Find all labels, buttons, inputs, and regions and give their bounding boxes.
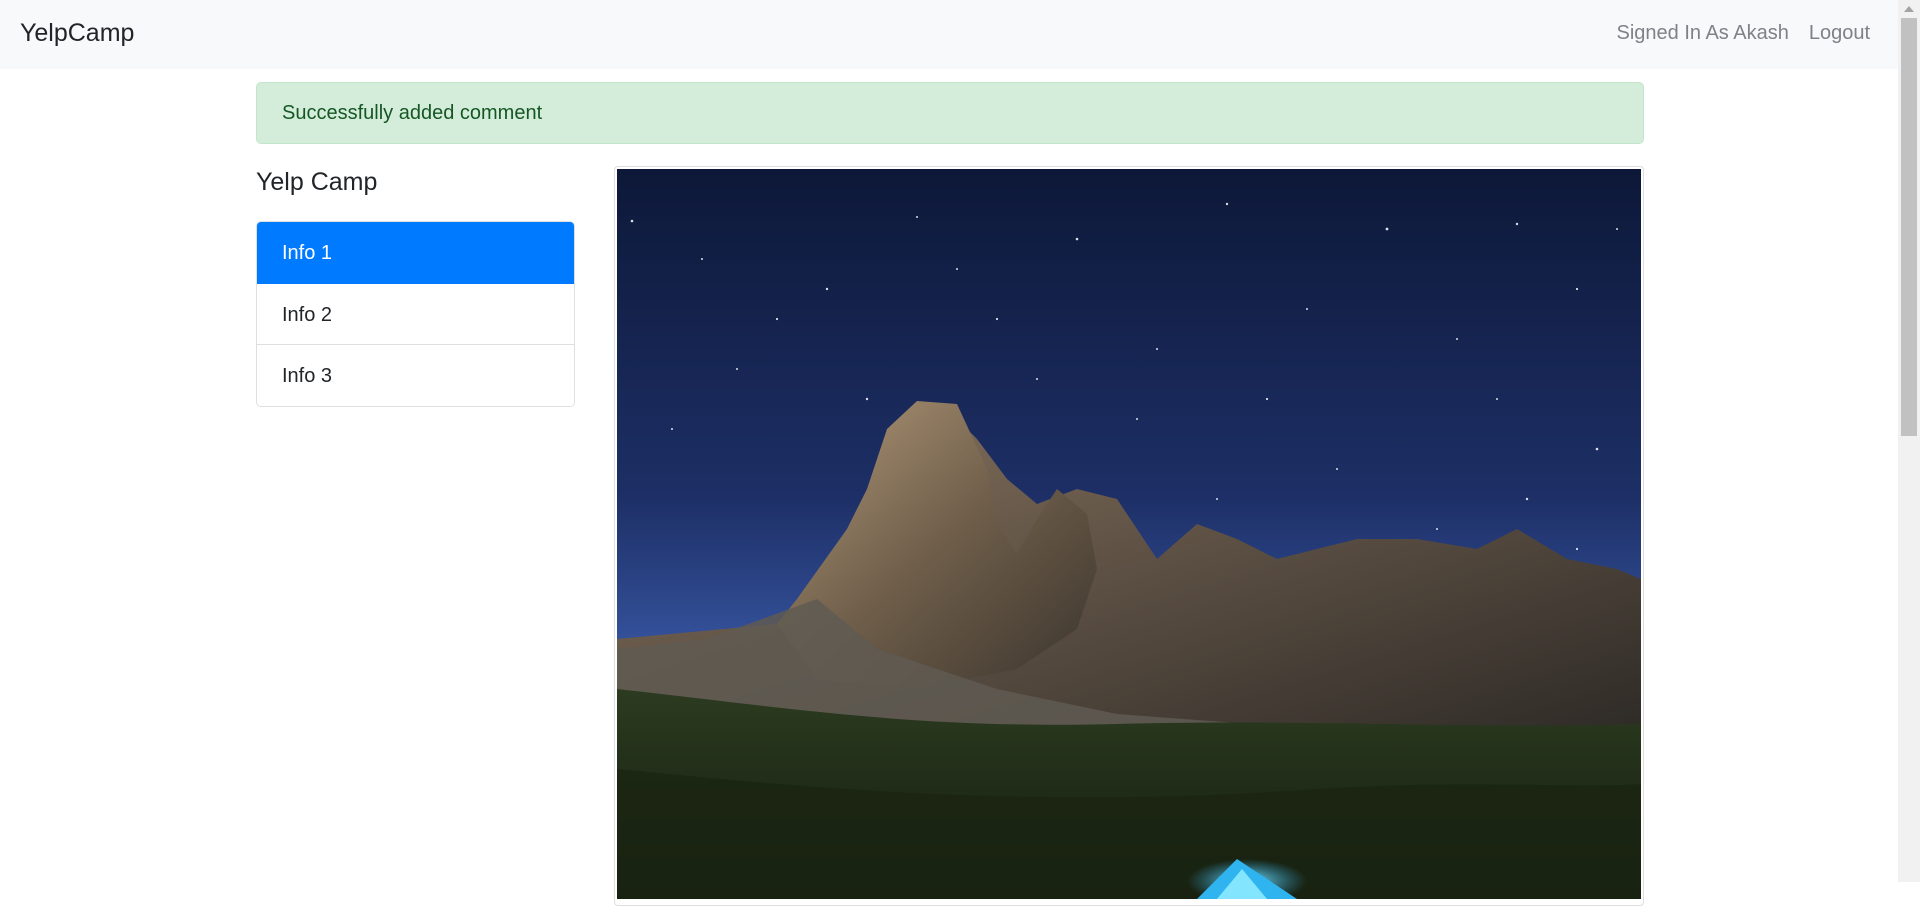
success-alert: Successfully added comment [256,82,1644,144]
sidebar-title: Yelp Camp [256,168,378,196]
campground-image [614,166,1644,906]
scroll-thumb[interactable] [1901,18,1917,436]
navbar-right: Signed In As Akash Logout [1616,22,1870,45]
vertical-scrollbar[interactable] [1898,0,1920,882]
sidebar-item-info-1[interactable]: Info 1 [257,222,574,284]
mountain-night-image [617,169,1641,899]
signed-in-link[interactable]: Signed In As Akash [1616,22,1788,45]
navbar: YelpCamp Signed In As Akash Logout [0,0,1898,69]
sidebar-item-info-3[interactable]: Info 3 [257,345,574,406]
sidebar-list: Info 1 Info 2 Info 3 [256,221,575,407]
scroll-up-arrow-icon[interactable] [1904,6,1914,12]
sidebar-item-info-2[interactable]: Info 2 [257,284,574,345]
brand-link[interactable]: YelpCamp [20,19,134,48]
logout-link[interactable]: Logout [1809,22,1870,45]
